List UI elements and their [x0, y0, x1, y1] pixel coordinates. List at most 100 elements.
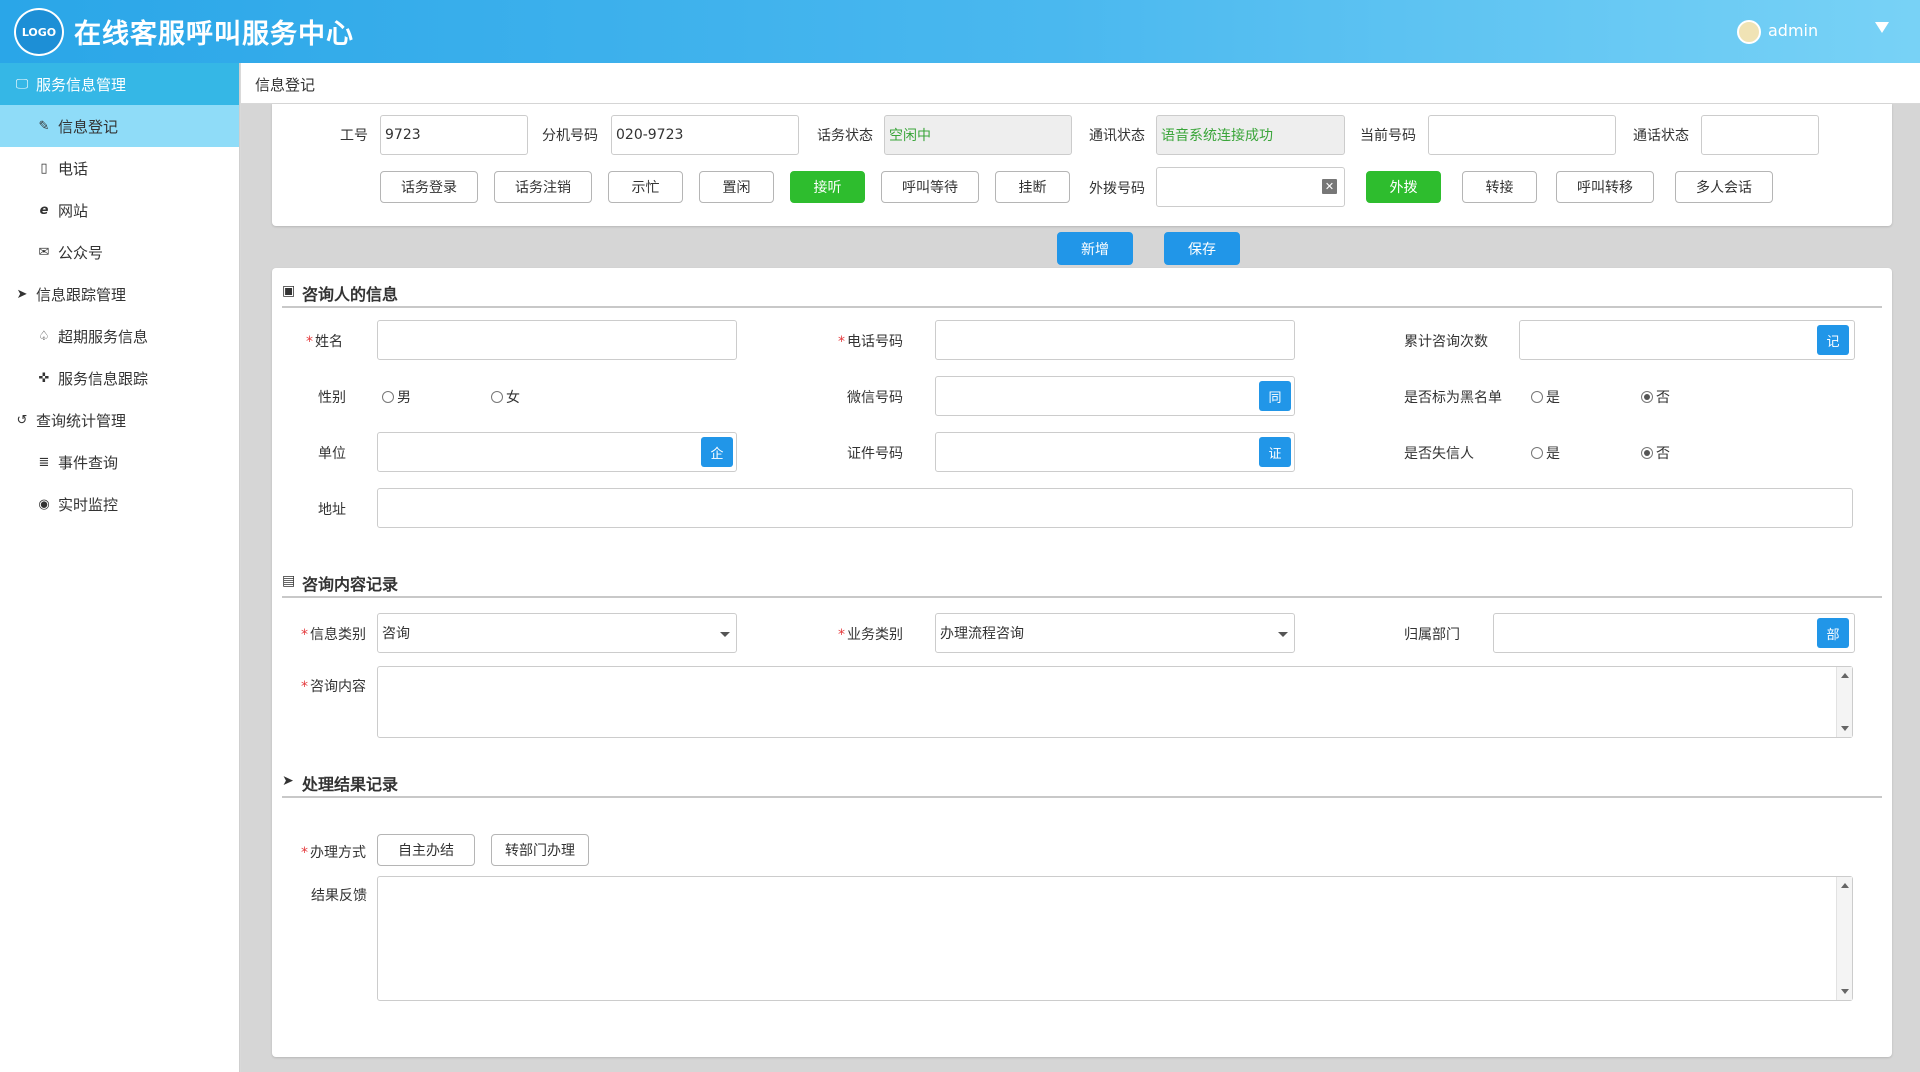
document-icon: ▤ — [282, 573, 296, 589]
hang-up-button[interactable]: 挂断 — [995, 171, 1070, 203]
play-circle-icon: ◉ — [38, 496, 50, 512]
sidebar-item-website[interactable]: e 网站 — [0, 189, 239, 231]
app-title: 在线客服呼叫服务中心 — [74, 19, 354, 50]
history-icon: ↺ — [16, 412, 28, 428]
sidebar-item-service-tracking[interactable]: ✜ 服务信息跟踪 — [0, 357, 239, 399]
sidebar-group-label: 查询统计管理 — [36, 411, 127, 430]
envelope-icon: ✉ — [38, 244, 50, 260]
info-type-select[interactable]: 咨询 — [377, 613, 737, 653]
dishonest-yes-radio[interactable]: 是 — [1531, 443, 1560, 463]
dial-no-label: 外拨号码 — [1089, 181, 1145, 197]
save-button[interactable]: 保存 — [1164, 232, 1240, 265]
blacklist-yes-radio[interactable]: 是 — [1531, 387, 1560, 407]
phone-input[interactable] — [935, 320, 1295, 360]
talk-status-field[interactable] — [1701, 115, 1819, 155]
transfer-dept-button[interactable]: 转部门办理 — [491, 834, 589, 866]
breadcrumb: 信息登记 — [241, 63, 1920, 104]
blacklist-no-radio[interactable]: 否 — [1641, 387, 1670, 407]
gender-male-radio[interactable]: 男 — [382, 387, 411, 407]
sidebar-item-label: 电话 — [58, 159, 89, 178]
wechat-input[interactable] — [935, 376, 1295, 416]
current-no-field[interactable] — [1428, 115, 1616, 155]
sidebar-group-info-tracking[interactable]: ➤ 信息跟踪管理 — [0, 273, 239, 315]
record-button[interactable]: 记 — [1817, 325, 1849, 355]
unit-input[interactable] — [377, 432, 737, 472]
user-avatar[interactable] — [1737, 20, 1761, 44]
certificate-button[interactable]: 证 — [1259, 437, 1291, 467]
ie-icon: e — [39, 202, 49, 218]
consult-content-textarea[interactable] — [377, 666, 1853, 738]
sidebar-group-label: 信息跟踪管理 — [36, 285, 127, 304]
monitor-icon: 🖵 — [15, 76, 29, 92]
radio-checked-icon — [1641, 447, 1653, 459]
blacklist-label: 是否标为黑名单 — [1404, 390, 1502, 406]
talk-status-label: 通话状态 — [1633, 128, 1689, 144]
comm-status-label: 通讯状态 — [1089, 128, 1145, 144]
dept-label: 归属部门 — [1404, 627, 1460, 643]
sidebar-item-info-register[interactable]: ✎ 信息登记 — [0, 105, 239, 147]
scrollbar[interactable] — [1836, 877, 1852, 1000]
send-icon: ➤ — [282, 773, 294, 789]
answer-button[interactable]: 接听 — [790, 171, 865, 203]
section-consultant-info: ▣ 咨询人的信息 — [282, 272, 1882, 308]
sidebar-item-event-query[interactable]: ≣ 事件查询 — [0, 441, 239, 483]
database-icon: ≣ — [38, 454, 50, 470]
sidebar-item-label: 网站 — [58, 201, 89, 220]
dishonest-no-radio[interactable]: 否 — [1641, 443, 1670, 463]
address-input[interactable] — [377, 488, 1853, 528]
transfer-button[interactable]: 转接 — [1462, 171, 1537, 203]
scroll-up-icon[interactable] — [1841, 883, 1849, 888]
scroll-down-icon[interactable] — [1841, 726, 1849, 731]
dial-no-field[interactable] — [1156, 167, 1345, 207]
section-title: 咨询内容记录 — [302, 575, 399, 594]
sidebar-item-official-account[interactable]: ✉ 公众号 — [0, 231, 239, 273]
call-status-label: 话务状态 — [817, 128, 873, 144]
department-button[interactable]: 部 — [1817, 618, 1849, 648]
user-menu-caret-icon[interactable] — [1875, 22, 1889, 33]
name-label: * 姓名 — [306, 334, 343, 350]
name-input[interactable] — [377, 320, 737, 360]
enterprise-button[interactable]: 企 — [701, 437, 733, 467]
sync-button[interactable]: 同 — [1259, 381, 1291, 411]
job-no-field[interactable]: 9723 — [380, 115, 528, 155]
consult-count-input[interactable] — [1519, 320, 1855, 360]
user-name[interactable]: admin — [1768, 21, 1818, 40]
sidebar-group-query-stats[interactable]: ↺ 查询统计管理 — [0, 399, 239, 441]
ext-field[interactable]: 020-9723 — [611, 115, 799, 155]
sidebar-item-realtime-monitor[interactable]: ◉ 实时监控 — [0, 483, 239, 525]
sidebar-item-label: 信息登记 — [58, 117, 119, 136]
sidebar-item-label: 服务信息跟踪 — [58, 369, 149, 388]
dropdown-caret-icon — [1278, 632, 1288, 637]
sidebar-item-phone[interactable]: ▯ 电话 — [0, 147, 239, 189]
conference-button[interactable]: 多人会话 — [1675, 171, 1773, 203]
call-forward-button[interactable]: 呼叫转移 — [1556, 171, 1654, 203]
scrollbar[interactable] — [1836, 667, 1852, 737]
radio-icon — [1531, 391, 1543, 403]
dropdown-caret-icon — [720, 632, 730, 637]
dial-out-button[interactable]: 外拨 — [1366, 171, 1441, 203]
scroll-up-icon[interactable] — [1841, 673, 1849, 678]
self-complete-button[interactable]: 自主办结 — [377, 834, 475, 866]
wechat-label: 微信号码 — [847, 390, 903, 406]
radio-icon — [382, 391, 394, 403]
biz-type-select[interactable]: 办理流程咨询 — [935, 613, 1295, 653]
job-no-label: 工号 — [340, 128, 368, 144]
call-logout-button[interactable]: 话务注销 — [494, 171, 592, 203]
scroll-down-icon[interactable] — [1841, 989, 1849, 994]
gender-female-radio[interactable]: 女 — [491, 387, 520, 407]
dept-input[interactable] — [1493, 613, 1855, 653]
sidebar-group-service-info[interactable]: 🖵 服务信息管理 — [0, 63, 239, 105]
add-button[interactable]: 新增 — [1057, 232, 1133, 265]
show-busy-button[interactable]: 示忙 — [608, 171, 683, 203]
sidebar-item-label: 公众号 — [58, 243, 104, 262]
mobile-icon: ▯ — [40, 160, 48, 176]
comm-status-field: 语音系统连接成功 — [1156, 115, 1345, 155]
ext-label: 分机号码 — [542, 128, 598, 144]
call-login-button[interactable]: 话务登录 — [380, 171, 478, 203]
call-waiting-button[interactable]: 呼叫等待 — [881, 171, 979, 203]
id-no-input[interactable] — [935, 432, 1295, 472]
sidebar-item-overdue[interactable]: ♤ 超期服务信息 — [0, 315, 239, 357]
feedback-textarea[interactable] — [377, 876, 1853, 1001]
clear-icon[interactable]: ✕ — [1322, 179, 1337, 194]
set-idle-button[interactable]: 置闲 — [699, 171, 774, 203]
